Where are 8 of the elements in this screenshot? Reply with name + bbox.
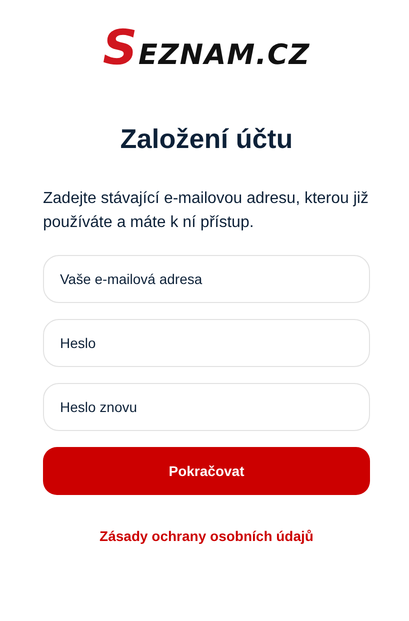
privacy-link[interactable]: Zásady ochrany osobních údajů bbox=[100, 528, 314, 544]
page-title: Založení účtu bbox=[119, 124, 294, 155]
input-field[interactable]: Vaše e-mailová adresa bbox=[43, 255, 370, 303]
continue-button[interactable]: Pokračovat bbox=[43, 447, 370, 495]
input-field[interactable]: Heslo znovu bbox=[43, 383, 370, 431]
description-text: Zadejte stávající e-mailovou adresu, kterou již používáte a máte k ní přístup. bbox=[43, 189, 370, 233]
input-field[interactable]: Heslo bbox=[43, 319, 370, 367]
logo: SEZNAM.CZ bbox=[102, 22, 310, 74]
